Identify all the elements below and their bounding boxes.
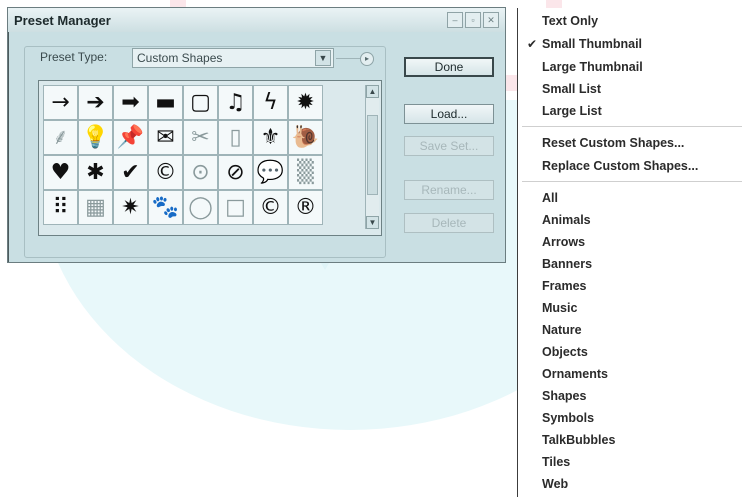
music-notes-icon[interactable]: ♫ xyxy=(218,85,253,120)
menu-item-reset-custom-shapes[interactable]: Reset Custom Shapes... xyxy=(542,136,684,150)
menu-separator xyxy=(522,126,742,127)
scroll-thumb[interactable] xyxy=(367,115,378,195)
fleur-de-lis-icon[interactable]: ⚜ xyxy=(253,120,288,155)
window-title: Preset Manager xyxy=(14,12,111,28)
shape-thumbnail-grid: → ➔ ➡ ▬ ▢ ♫ ϟ ✹ ⸙ 💡 📌 ✉ ✂ ▯ ⚜ 🐌 ♥ ✱ ✔ © ⊙ ⊘ 💬 ▒ ⠿ ▦ ✷ 🐾 ◯ □ © ® ▲ ▼ xyxy=(38,80,382,236)
checkmark-icon[interactable]: ✔ xyxy=(113,155,148,190)
frame-icon[interactable]: ▢ xyxy=(183,85,218,120)
scroll-down-icon[interactable]: ▼ xyxy=(366,216,379,229)
minimize-icon[interactable]: – xyxy=(447,12,463,28)
menu-item-library-frames[interactable]: Frames xyxy=(542,279,586,293)
menu-item-library-web[interactable]: Web xyxy=(542,477,568,491)
burst-icon[interactable]: ✷ xyxy=(113,190,148,225)
save-set-button[interactable]: Save Set... xyxy=(404,136,494,156)
dot-grid-icon[interactable]: ⠿ xyxy=(43,190,78,225)
arrow-medium-icon[interactable]: ➔ xyxy=(78,85,113,120)
chevron-down-icon[interactable]: ▼ xyxy=(315,50,331,66)
lightbulb-icon[interactable]: 💡 xyxy=(78,120,113,155)
shape-grid: → ➔ ➡ ▬ ▢ ♫ ϟ ✹ ⸙ 💡 📌 ✉ ✂ ▯ ⚜ 🐌 ♥ ✱ ✔ © ⊙ ⊘ 💬 ▒ ⠿ ▦ ✷ 🐾 ◯ □ © ® xyxy=(43,85,361,229)
menu-item-replace-custom-shapes[interactable]: Replace Custom Shapes... xyxy=(542,159,698,173)
heart-icon[interactable]: ♥ xyxy=(43,155,78,190)
menu-item-large-thumbnail[interactable]: Large Thumbnail xyxy=(542,60,643,74)
grid-empty-cell xyxy=(323,120,358,155)
menu-separator xyxy=(522,181,742,182)
envelope-icon[interactable]: ✉ xyxy=(148,120,183,155)
target-icon[interactable]: ⊙ xyxy=(183,155,218,190)
checkmark-icon: ✔ xyxy=(527,37,538,51)
flyout-menu-icon[interactable]: ▸ xyxy=(360,52,374,66)
menu-item-library-tiles[interactable]: Tiles xyxy=(542,455,570,469)
flyout-connector xyxy=(336,58,362,59)
scissors-icon[interactable]: ✂ xyxy=(183,120,218,155)
window-controls: – ▫ ✕ xyxy=(447,12,499,28)
registered-icon[interactable]: ® xyxy=(288,190,323,225)
banner-icon[interactable]: ▬ xyxy=(148,85,183,120)
grass-icon[interactable]: ⸙ xyxy=(43,120,78,155)
grid-empty-cell xyxy=(323,190,358,225)
preset-type-dropdown[interactable]: Custom Shapes ▼ xyxy=(132,48,334,68)
menu-item-library-all[interactable]: All xyxy=(542,191,558,205)
grid-tile-icon[interactable]: ▦ xyxy=(78,190,113,225)
menu-item-library-banners[interactable]: Banners xyxy=(542,257,592,271)
delete-button[interactable]: Delete xyxy=(404,213,494,233)
menu-item-library-music[interactable]: Music xyxy=(542,301,577,315)
title-bar[interactable]: Preset Manager – ▫ ✕ xyxy=(8,8,505,32)
starburst-icon[interactable]: ✹ xyxy=(288,85,323,120)
preset-type-label: Preset Type: xyxy=(38,50,110,64)
blank-page-icon[interactable]: ▯ xyxy=(218,120,253,155)
lightning-icon[interactable]: ϟ xyxy=(253,85,288,120)
maximize-icon[interactable]: ▫ xyxy=(465,12,481,28)
arrow-thin-icon[interactable]: → xyxy=(43,85,78,120)
grid-empty-cell xyxy=(323,155,358,190)
close-icon[interactable]: ✕ xyxy=(483,12,499,28)
menu-item-library-animals[interactable]: Animals xyxy=(542,213,591,227)
menu-item-library-nature[interactable]: Nature xyxy=(542,323,582,337)
copyright-circle-icon[interactable]: © xyxy=(253,190,288,225)
snail-icon[interactable]: 🐌 xyxy=(288,120,323,155)
preset-manager-window: Preset Manager – ▫ ✕ Preset Type: Custom… xyxy=(7,7,506,263)
copyright-icon[interactable]: © xyxy=(148,155,183,190)
load-button[interactable]: Load... xyxy=(404,104,494,124)
menu-item-large-list[interactable]: Large List xyxy=(542,104,602,118)
menu-item-small-thumbnail[interactable]: Small Thumbnail xyxy=(542,37,642,51)
grid-empty-cell xyxy=(323,85,358,120)
thumbtack-icon[interactable]: 📌 xyxy=(113,120,148,155)
dotted-tile-icon[interactable]: ▒ xyxy=(288,155,323,190)
no-sign-icon[interactable]: ⊘ xyxy=(218,155,253,190)
grid-scrollbar[interactable]: ▲ ▼ xyxy=(365,85,379,229)
arrow-bold-icon[interactable]: ➡ xyxy=(113,85,148,120)
preset-context-menu: Text Only ✔ Small Thumbnail Large Thumbn… xyxy=(517,8,745,497)
menu-item-library-symbols[interactable]: Symbols xyxy=(542,411,594,425)
menu-item-small-list[interactable]: Small List xyxy=(542,82,601,96)
done-button[interactable]: Done xyxy=(404,57,494,77)
talk-bubble-icon[interactable]: 💬 xyxy=(253,155,288,190)
menu-item-library-objects[interactable]: Objects xyxy=(542,345,588,359)
preset-type-value: Custom Shapes xyxy=(137,51,223,65)
menu-item-library-talkbubbles[interactable]: TalkBubbles xyxy=(542,433,615,447)
menu-item-library-ornaments[interactable]: Ornaments xyxy=(542,367,608,381)
splat-icon[interactable]: ✱ xyxy=(78,155,113,190)
square-frame-icon[interactable]: □ xyxy=(218,190,253,225)
paw-print-icon[interactable]: 🐾 xyxy=(148,190,183,225)
menu-item-library-shapes[interactable]: Shapes xyxy=(542,389,586,403)
menu-item-library-arrows[interactable]: Arrows xyxy=(542,235,585,249)
circle-frame-icon[interactable]: ◯ xyxy=(183,190,218,225)
scroll-up-icon[interactable]: ▲ xyxy=(366,85,379,98)
menu-item-text-only[interactable]: Text Only xyxy=(542,14,598,28)
rename-button[interactable]: Rename... xyxy=(404,180,494,200)
